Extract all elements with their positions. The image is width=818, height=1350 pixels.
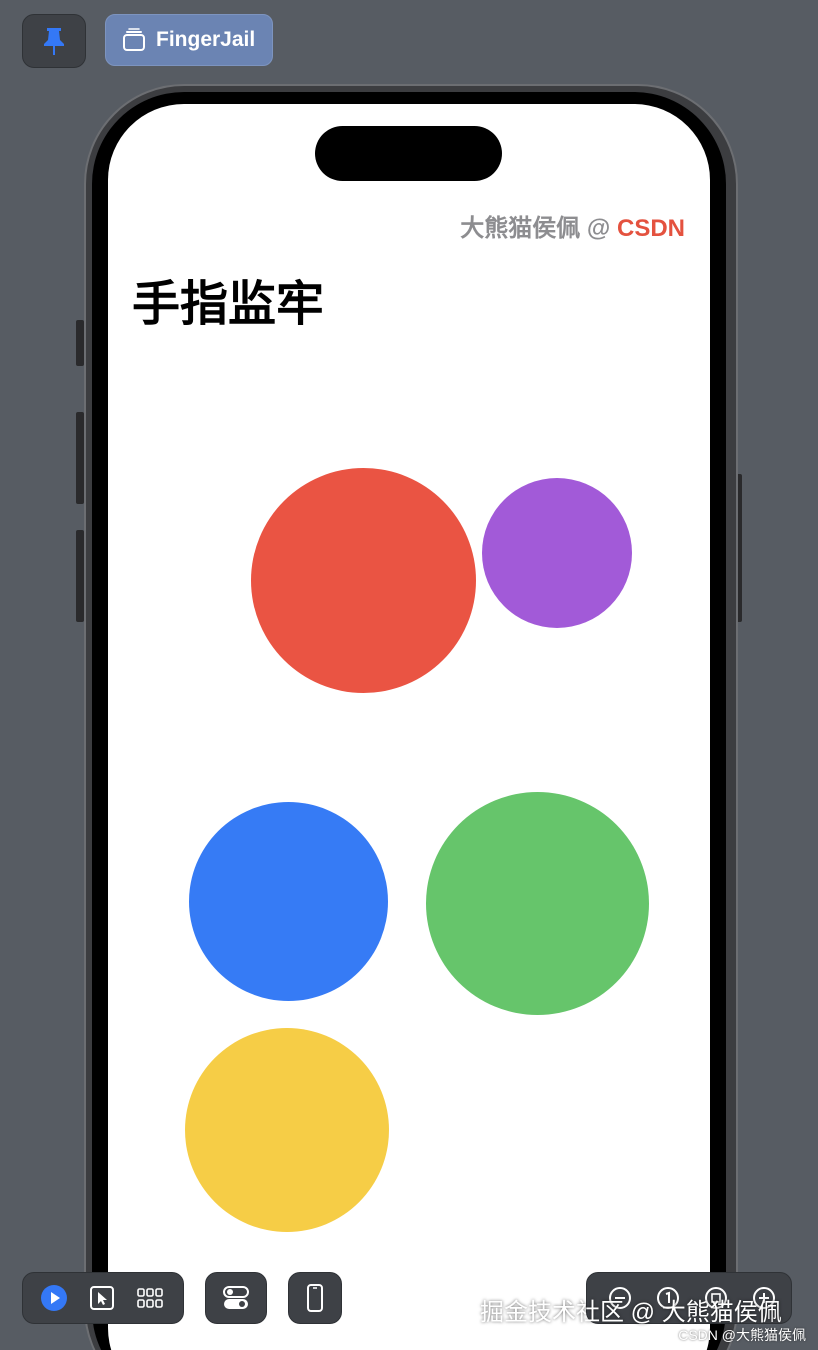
watermark-csdn: CSDN @大熊猫侯佩 [678, 1327, 806, 1343]
phone-action-button [76, 320, 84, 366]
preview-selector-button[interactable]: FingerJail [105, 14, 273, 66]
preview-selector-label: FingerJail [156, 28, 256, 51]
pin-preview-button[interactable] [22, 14, 86, 68]
purple-circle[interactable] [482, 478, 632, 628]
device-icon [307, 1284, 323, 1312]
dynamic-island [315, 126, 502, 181]
xcode-preview-canvas: FingerJail 大熊猫侯佩 @ CSDN 手指监牢 掘金技术社区 @ 大熊… [0, 0, 818, 1350]
author-credit: 大熊猫侯佩 @ CSDN [460, 208, 685, 243]
credit-author: 大熊猫侯佩 @ [460, 215, 617, 242]
phone-volume-down-button [76, 530, 84, 622]
blue-circle[interactable] [189, 802, 388, 1001]
play-icon [41, 1285, 67, 1311]
settings-toggle-icon [223, 1286, 249, 1309]
live-mode-button[interactable] [31, 1275, 77, 1321]
phone-volume-up-button [76, 412, 84, 504]
yellow-circle[interactable] [185, 1028, 389, 1232]
pin-icon [44, 28, 64, 55]
phone-screen: 大熊猫侯佩 @ CSDN 手指监牢 [108, 104, 710, 1350]
page-title: 手指监牢 [132, 276, 325, 332]
preview-mode-group [22, 1272, 184, 1324]
selectable-mode-button[interactable] [79, 1275, 125, 1321]
grid-icon [137, 1288, 163, 1308]
variants-mode-button[interactable] [127, 1275, 173, 1321]
red-circle[interactable] [251, 468, 476, 693]
green-circle[interactable] [426, 792, 649, 1015]
credit-brand: CSDN [616, 215, 685, 242]
stack-icon [123, 28, 145, 51]
select-icon [90, 1286, 114, 1310]
watermark-juejin: 掘金技术社区 @ 大熊猫侯佩 [480, 1299, 782, 1326]
device-settings-button[interactable] [205, 1272, 267, 1324]
device-selector-button[interactable] [288, 1272, 342, 1324]
